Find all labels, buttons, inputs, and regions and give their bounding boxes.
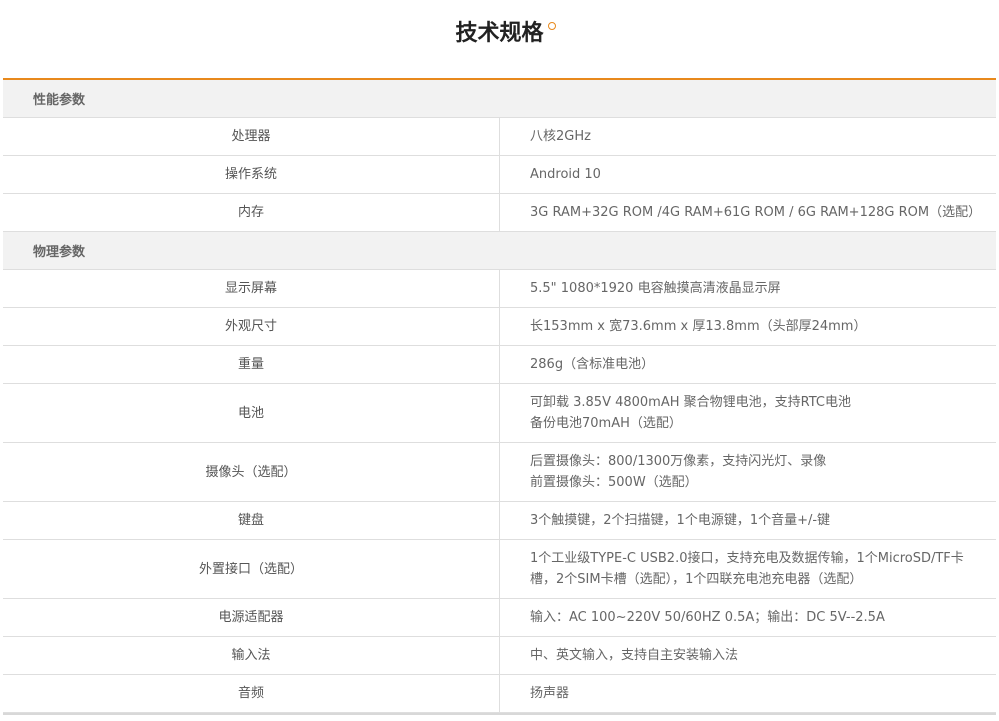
row-value: Android 10 <box>499 155 996 194</box>
row-value: 输入：AC 100~220V 50/60HZ 0.5A；输出：DC 5V--2.… <box>499 598 996 637</box>
row-label: 音频 <box>3 674 500 713</box>
row-label: 显示屏幕 <box>3 269 500 308</box>
section-title: 物理参数 <box>3 231 996 270</box>
table-row: 外置接口（选配） 1个工业级TYPE-C USB2.0接口，支持充电及数据传输，… <box>3 539 996 599</box>
value-line: 3G RAM+32G ROM /4G RAM+61G ROM / 6G RAM+… <box>530 205 982 220</box>
spec-table: 性能参数 处理器 八核2GHz 操作系统 Android 10 内存 3G RA… <box>3 80 996 713</box>
row-value: 长153mm x 宽73.6mm x 厚13.8mm（头部厚24mm） <box>499 307 996 346</box>
value-line: 286g（含标准电池） <box>530 357 655 372</box>
table-row: 音频 扬声器 <box>3 674 996 713</box>
row-label: 输入法 <box>3 636 500 675</box>
table-row: 内存 3G RAM+32G ROM /4G RAM+61G ROM / 6G R… <box>3 193 996 232</box>
row-value: 可卸载 3.85V 4800mAH 聚合物锂电池，支持RTC电池 备份电池70m… <box>499 383 996 443</box>
row-value: 5.5" 1080*1920 电容触摸高清液晶显示屏 <box>499 269 996 308</box>
row-label: 外观尺寸 <box>3 307 500 346</box>
page-title: 技术规格 <box>455 20 556 48</box>
row-label: 键盘 <box>3 501 500 540</box>
table-row: 外观尺寸 长153mm x 宽73.6mm x 厚13.8mm（头部厚24mm） <box>3 307 996 346</box>
table-row: 重量 286g（含标准电池） <box>3 345 996 384</box>
row-label: 内存 <box>3 193 500 232</box>
row-value: 3个触摸键，2个扫描键，1个电源键，1个音量+/-键 <box>499 501 996 540</box>
value-line: 备份电池70mAH（选配） <box>530 416 682 431</box>
row-value: 八核2GHz <box>499 117 996 156</box>
value-line: Android 10 <box>530 167 601 182</box>
table-bottom-divider <box>3 713 996 715</box>
row-value: 286g（含标准电池） <box>499 345 996 384</box>
table-row: 摄像头（选配） 后置摄像头：800/1300万像素，支持闪光灯、录像 前置摄像头… <box>3 442 996 502</box>
title-dot-icon <box>547 22 556 30</box>
value-line: 后置摄像头：800/1300万像素，支持闪光灯、录像 <box>530 454 827 469</box>
table-row: 输入法 中、英文输入，支持自主安装输入法 <box>3 636 996 675</box>
row-value: 3G RAM+32G ROM /4G RAM+61G ROM / 6G RAM+… <box>499 193 996 232</box>
table-row: 电池 可卸载 3.85V 4800mAH 聚合物锂电池，支持RTC电池 备份电池… <box>3 383 996 443</box>
value-line: 八核2GHz <box>530 129 591 144</box>
value-line: 可卸载 3.85V 4800mAH 聚合物锂电池，支持RTC电池 <box>530 395 851 410</box>
row-label: 重量 <box>3 345 500 384</box>
value-line: 5.5" 1080*1920 电容触摸高清液晶显示屏 <box>530 281 781 296</box>
value-line: 长153mm x 宽73.6mm x 厚13.8mm（头部厚24mm） <box>530 319 867 334</box>
row-label: 电源适配器 <box>3 598 500 637</box>
row-label: 处理器 <box>3 117 500 156</box>
row-label: 摄像头（选配） <box>3 442 500 502</box>
row-label: 外置接口（选配） <box>3 539 500 599</box>
value-line: 1个工业级TYPE-C USB2.0接口，支持充电及数据传输，1个MicroSD… <box>530 551 964 587</box>
value-line: 扬声器 <box>530 686 570 701</box>
row-value: 中、英文输入，支持自主安装输入法 <box>499 636 996 675</box>
table-row: 显示屏幕 5.5" 1080*1920 电容触摸高清液晶显示屏 <box>3 269 996 308</box>
row-label: 操作系统 <box>3 155 500 194</box>
value-line: 3个触摸键，2个扫描键，1个电源键，1个音量+/-键 <box>530 513 831 528</box>
row-value: 后置摄像头：800/1300万像素，支持闪光灯、录像 前置摄像头：500W（选配… <box>499 442 996 502</box>
section-title: 性能参数 <box>3 80 996 118</box>
table-row: 键盘 3个触摸键，2个扫描键，1个电源键，1个音量+/-键 <box>3 501 996 540</box>
section-header-performance: 性能参数 <box>3 80 996 118</box>
table-row: 电源适配器 输入：AC 100~220V 50/60HZ 0.5A；输出：DC … <box>3 598 996 637</box>
section-header-physical: 物理参数 <box>3 231 996 270</box>
table-row: 操作系统 Android 10 <box>3 155 996 194</box>
value-line: 前置摄像头：500W（选配） <box>530 475 698 490</box>
row-label: 电池 <box>3 383 500 443</box>
table-row: 处理器 八核2GHz <box>3 117 996 156</box>
row-value: 1个工业级TYPE-C USB2.0接口，支持充电及数据传输，1个MicroSD… <box>499 539 996 599</box>
title-area: 技术规格 <box>0 0 999 80</box>
row-value: 扬声器 <box>499 674 996 713</box>
value-line: 输入：AC 100~220V 50/60HZ 0.5A；输出：DC 5V--2.… <box>530 610 885 625</box>
value-line: 中、英文输入，支持自主安装输入法 <box>530 648 739 663</box>
